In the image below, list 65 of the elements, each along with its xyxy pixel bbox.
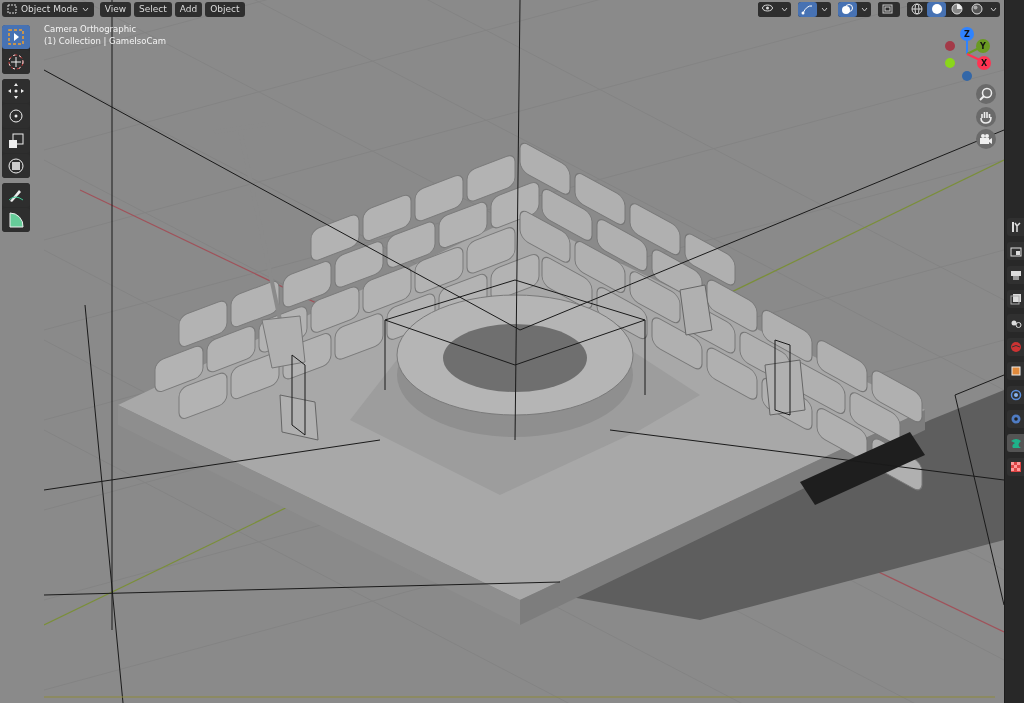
tool-properties-tab[interactable] <box>1007 218 1024 236</box>
object-mode-dropdown[interactable]: Object Mode <box>2 1 94 17</box>
caret-icon[interactable] <box>990 6 997 12</box>
menu-item[interactable]: View <box>99 1 132 17</box>
caret-icon[interactable] <box>861 6 868 12</box>
nested-squares-icon <box>881 3 894 15</box>
camera-icon <box>979 132 993 146</box>
checker-icon <box>1010 461 1022 473</box>
shaded-sphere-icon <box>950 3 963 15</box>
particles-properties-tab[interactable] <box>1007 410 1024 428</box>
dot-circle-icon <box>1010 413 1022 425</box>
eye-icon <box>761 3 774 15</box>
caret-icon <box>81 6 89 12</box>
solid-sphere-icon <box>930 3 943 15</box>
scene-properties-tab[interactable] <box>1007 314 1024 332</box>
hand-icon <box>979 110 993 124</box>
axis-handle[interactable]: Y <box>976 39 990 53</box>
ruler-icon <box>7 211 25 229</box>
modifiers-properties-tab[interactable] <box>1007 386 1024 404</box>
menu-item[interactable]: Select <box>134 1 172 17</box>
physics-properties-tab[interactable] <box>1007 434 1024 452</box>
monitor-icon <box>1010 245 1022 257</box>
camera-view-button[interactable] <box>976 129 996 149</box>
move-arrows-icon <box>7 82 25 100</box>
wireframe-shading-button[interactable] <box>907 1 926 17</box>
axis-handle[interactable]: X <box>977 56 991 70</box>
axis-dot-icon[interactable] <box>944 40 956 52</box>
rotate-icon <box>7 107 25 125</box>
wire-sphere-icon <box>910 3 923 15</box>
dark-sphere-icon <box>970 3 983 15</box>
zoom-button[interactable] <box>976 84 996 104</box>
menu-item[interactable]: Add <box>174 1 203 17</box>
globe-icon <box>1010 341 1022 353</box>
menu-item[interactable]: Object <box>205 1 245 17</box>
magnifier-icon <box>979 87 993 101</box>
axis-dot-icon[interactable] <box>961 70 973 82</box>
select-box-icon <box>7 28 25 46</box>
overlay-toggle[interactable] <box>838 1 857 17</box>
ring-icon <box>1010 389 1022 401</box>
view-layer-properties-tab[interactable] <box>1007 290 1024 308</box>
texture-properties-tab[interactable] <box>1007 458 1024 476</box>
wave-shape-icon <box>1010 437 1022 449</box>
axis-handle[interactable]: Z <box>960 27 974 41</box>
square-icon <box>1010 365 1022 377</box>
render-properties-tab[interactable] <box>1007 242 1024 260</box>
transform-icon <box>7 157 25 175</box>
scale-icon <box>7 132 25 150</box>
printer-icon <box>1010 269 1022 281</box>
world-properties-tab[interactable] <box>1007 338 1024 356</box>
axis-dot-icon[interactable] <box>944 57 956 69</box>
wrench-icon <box>1010 221 1022 233</box>
image-stack-icon <box>1010 293 1022 305</box>
caret-icon[interactable] <box>821 6 828 12</box>
overlapping-circles-icon <box>841 3 854 15</box>
solid-shading-button[interactable] <box>927 1 946 17</box>
gizmo-toggle[interactable] <box>798 1 817 17</box>
viewport-info-text: (1) Collection | GameIsoCam <box>44 36 166 46</box>
caret-icon[interactable] <box>781 6 788 12</box>
select-tool-button[interactable] <box>2 25 30 49</box>
object-properties-tab[interactable] <box>1007 362 1024 380</box>
viewport-info-text: Camera Orthographic <box>44 24 138 34</box>
curve-arrow-icon <box>801 3 814 15</box>
output-properties-tab[interactable] <box>1007 266 1024 284</box>
pan-button[interactable] <box>976 107 996 127</box>
crosshair-icon <box>7 53 25 71</box>
